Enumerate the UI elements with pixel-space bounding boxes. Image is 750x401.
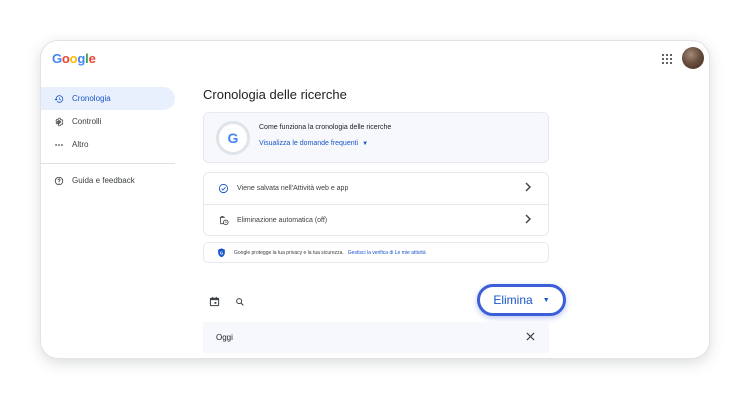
history-icon — [53, 93, 65, 105]
history-toolbar: Elimina ▼ — [203, 284, 566, 316]
svg-text:G: G — [220, 250, 223, 255]
sidebar: Cronologia Controlli Altro Guida e feedb… — [41, 87, 181, 192]
sidebar-divider — [41, 163, 175, 164]
faq-link[interactable]: Visualizza le domande frequenti ▼ — [259, 140, 368, 147]
check-circle-icon — [217, 183, 229, 195]
apps-grid-icon[interactable] — [662, 54, 672, 64]
faq-link-label: Visualizza le domande frequenti — [259, 140, 359, 147]
badge-letter: G — [227, 130, 239, 146]
more-dots-icon — [53, 139, 65, 151]
today-section-header: Oggi — [203, 322, 549, 353]
logo-letter: g — [77, 51, 86, 66]
activity-check-link[interactable]: Gestisci la verifica di Le mie attività — [348, 250, 426, 256]
chevron-down-icon: ▼ — [542, 296, 550, 304]
page-title: Cronologia delle ricerche — [203, 87, 347, 102]
logo-letter: o — [61, 51, 70, 66]
today-label: Oggi — [216, 333, 233, 342]
sidebar-item-label: Altro — [72, 140, 89, 149]
avatar[interactable] — [682, 47, 704, 69]
google-logo[interactable]: Google — [52, 51, 96, 66]
sidebar-item-help[interactable]: Guida e feedback — [41, 169, 175, 192]
delete-button-label: Elimina — [493, 293, 533, 307]
shield-icon: G — [217, 247, 226, 258]
sidebar-item-label: Controlli — [72, 117, 102, 126]
row-label: Eliminazione automatica (off) — [237, 216, 328, 224]
privacy-text: Google protegge la tua privacy e la tua … — [234, 249, 344, 256]
sidebar-item-cronologia[interactable]: Cronologia — [41, 87, 175, 110]
sidebar-item-controlli[interactable]: Controlli — [41, 110, 175, 133]
close-icon[interactable] — [526, 332, 535, 343]
logo-letter: e — [88, 51, 96, 66]
web-app-activity-row[interactable]: Viene salvata nell'Attività web e app — [204, 173, 548, 204]
sidebar-item-label: Guida e feedback — [72, 176, 135, 185]
settings-list: Viene salvata nell'Attività web e app El… — [203, 172, 549, 236]
search-icon[interactable] — [235, 294, 245, 312]
chevron-right-icon — [524, 214, 532, 226]
row-label: Viene salvata nell'Attività web e app — [237, 185, 349, 192]
auto-delete-row[interactable]: Eliminazione automatica (off) — [204, 204, 548, 235]
how-it-works-card: G Come funziona la cronologia delle rice… — [203, 112, 549, 163]
main-content: Cronologia delle ricerche G Come funzion… — [203, 87, 566, 353]
logo-letter: G — [52, 51, 62, 66]
help-circle-icon — [53, 175, 65, 187]
auto-delete-icon — [217, 214, 229, 226]
browser-window: Google Cronologia Controlli Altro Guida … — [40, 40, 710, 359]
sidebar-item-label: Cronologia — [72, 94, 111, 103]
sidebar-item-altro[interactable]: Altro — [41, 133, 175, 156]
google-g-badge-icon: G — [216, 121, 250, 155]
chevron-right-icon — [524, 182, 532, 194]
logo-letter: o — [69, 51, 78, 66]
how-it-works-title: Come funziona la cronologia delle ricerc… — [259, 124, 392, 131]
settings-gear-icon — [53, 116, 65, 128]
privacy-notice: G Google protegge la tua privacy e la tu… — [203, 242, 549, 263]
chevron-down-icon: ▼ — [362, 140, 369, 147]
calendar-icon[interactable] — [209, 294, 220, 312]
delete-button[interactable]: Elimina ▼ — [477, 284, 566, 316]
